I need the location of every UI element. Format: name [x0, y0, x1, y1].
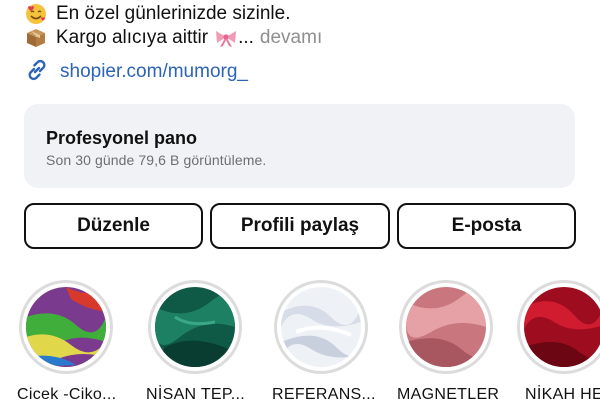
highlight-ring [517, 280, 600, 374]
highlight-thumbnail [524, 287, 600, 367]
dashboard-title: Profesyonel pano [46, 128, 198, 148]
ribbon-icon [214, 26, 238, 50]
highlight-label: MAGNETLER [397, 386, 500, 403]
highlight-ring [19, 280, 113, 374]
more-link[interactable]: devamı [260, 26, 322, 50]
highlight-label: NİSAN TEP... [146, 386, 246, 403]
highlight-ring [274, 280, 368, 374]
bio-line-2: Kargo alıcıya aittir ... devamı [24, 26, 322, 50]
highlight-label: NİKAH HE [525, 386, 600, 403]
highlight-ring [148, 280, 242, 374]
email-button[interactable]: E-posta [397, 203, 576, 249]
smiling-face-with-hearts-icon [24, 2, 48, 26]
highlight-item[interactable]: MAGNETLER [397, 280, 500, 404]
website-link-text[interactable]: shopier.com/mumorg_ [60, 61, 248, 83]
highlight-item[interactable]: Cicek -Ciko... [17, 280, 117, 404]
dashboard-subtitle: Son 30 günde 79,6 B görüntüleme. [46, 152, 267, 168]
link-icon [24, 57, 50, 88]
website-link[interactable]: shopier.com/mumorg_ [24, 58, 248, 86]
highlight-label: Cicek -Ciko... [17, 386, 117, 403]
bio-ellipsis: ... [238, 27, 254, 48]
highlight-label: REFERANS... [272, 386, 376, 403]
bio-line-2-text: Kargo alıcıya aittir [56, 27, 209, 48]
professional-dashboard-card[interactable]: Profesyonel pano Son 30 günde 79,6 B gör… [24, 104, 575, 188]
highlight-ring [399, 280, 493, 374]
highlight-thumbnail [281, 287, 361, 367]
highlight-item[interactable]: NİSAN TEP... [146, 280, 246, 404]
highlight-thumbnail [406, 287, 486, 367]
bio-line-1: En özel günlerinizde sizinle. [24, 2, 290, 26]
bio-line-1-text: En özel günlerinizde sizinle. [56, 3, 291, 24]
share-profile-button[interactable]: Profili paylaş [210, 203, 390, 249]
highlight-thumbnail [26, 287, 106, 367]
edit-profile-button[interactable]: Düzenle [24, 203, 203, 249]
highlight-item[interactable]: NİKAH HE [515, 280, 600, 404]
package-icon [24, 26, 48, 50]
highlight-item[interactable]: REFERANS... [272, 280, 376, 404]
highlight-thumbnail [155, 287, 235, 367]
